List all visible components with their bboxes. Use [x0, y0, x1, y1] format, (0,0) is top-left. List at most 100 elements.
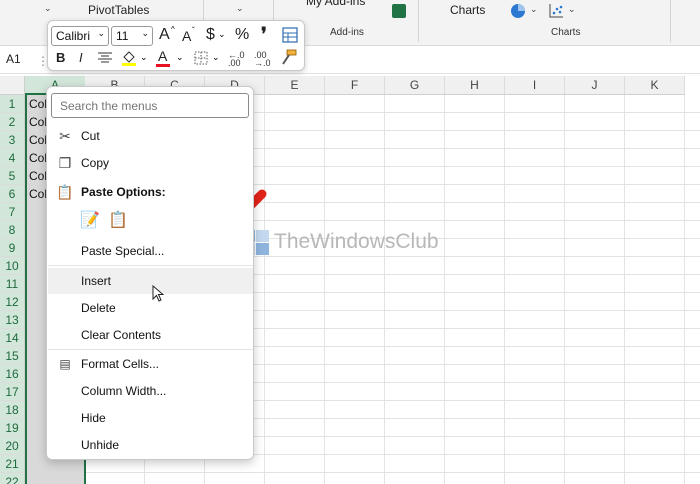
- row-header-20[interactable]: 20: [0, 437, 25, 455]
- comma-style-icon[interactable]: ❜: [261, 24, 267, 45]
- row-header-7[interactable]: 7: [0, 203, 25, 221]
- row-header-9[interactable]: 9: [0, 239, 25, 257]
- chevron-down-icon[interactable]: ⌄: [236, 3, 244, 14]
- menu-item-label: Column Width...: [81, 384, 167, 398]
- chevron-down-icon[interactable]: ⌄: [212, 52, 220, 63]
- row-header-15[interactable]: 15: [0, 347, 25, 365]
- grow-font-caret: ^: [171, 25, 175, 34]
- row-header-4[interactable]: 4: [0, 149, 25, 167]
- pivot-tables-button[interactable]: PivotTables: [88, 3, 149, 17]
- menu-separator: [48, 265, 253, 266]
- name-box[interactable]: A1: [6, 52, 21, 66]
- format-cells-icon: ▤: [59, 357, 71, 371]
- menu-item-label: Unhide: [81, 438, 120, 452]
- row-header-1[interactable]: 1: [0, 95, 25, 113]
- menu-item-paste-special[interactable]: Paste Special...: [48, 238, 253, 264]
- row-header-22[interactable]: 22: [0, 473, 25, 484]
- font-name-value: Calibri: [56, 29, 91, 43]
- my-addins-button[interactable]: My Add-ins: [306, 0, 365, 8]
- menu-item-hide[interactable]: Hide: [48, 405, 253, 431]
- menu-item-label: Copy: [81, 156, 110, 170]
- format-painter-icon[interactable]: [281, 49, 297, 65]
- shrink-font-caret: ˇ: [192, 26, 195, 35]
- row-header-13[interactable]: 13: [0, 311, 25, 329]
- chevron-down-icon[interactable]: ⌄: [140, 52, 148, 63]
- column-header-j[interactable]: J: [565, 76, 625, 95]
- store-icon[interactable]: [392, 4, 406, 18]
- select-all-corner[interactable]: [0, 76, 25, 95]
- scissors-icon: ✂: [59, 128, 71, 144]
- row-header-16[interactable]: 16: [0, 365, 25, 383]
- ribbon-separator: [670, 0, 671, 42]
- row-header-12[interactable]: 12: [0, 293, 25, 311]
- increase-decimal-icon[interactable]: .00 →.0: [254, 51, 271, 68]
- row-header-18[interactable]: 18: [0, 401, 25, 419]
- chevron-down-icon[interactable]: ⌄: [44, 3, 52, 14]
- align-center-icon[interactable]: [98, 52, 112, 64]
- font-color-icon[interactable]: A: [158, 48, 167, 64]
- row-header-3[interactable]: 3: [0, 131, 25, 149]
- menu-item-label: Hide: [81, 411, 106, 425]
- column-header-e[interactable]: E: [265, 76, 325, 95]
- column-header-h[interactable]: H: [445, 76, 505, 95]
- chevron-down-icon[interactable]: ⌄: [530, 4, 538, 15]
- borders-icon[interactable]: [194, 51, 208, 65]
- menu-item-label: Insert: [81, 274, 112, 288]
- search-menus-input[interactable]: Search the menus: [51, 93, 249, 118]
- paste-clipboard-icon[interactable]: 📋: [108, 211, 128, 231]
- bold-button[interactable]: B: [56, 50, 65, 65]
- menu-item-insert[interactable]: Insert: [48, 268, 253, 294]
- menu-separator: [48, 349, 253, 350]
- addins-group-label: Add-ins: [330, 27, 364, 38]
- menu-item-label: Paste Options:: [81, 185, 166, 199]
- row-header-2[interactable]: 2: [0, 113, 25, 131]
- chevron-down-icon[interactable]: ⌄: [218, 29, 226, 40]
- menu-item-label: Clear Contents: [81, 328, 162, 342]
- clipboard-icon: 📋: [56, 184, 74, 200]
- column-header-g[interactable]: G: [385, 76, 445, 95]
- italic-button[interactable]: I: [79, 50, 83, 65]
- copy-icon: ❐: [58, 155, 72, 171]
- decrease-decimal-icon[interactable]: ←.0.00: [228, 51, 245, 68]
- row-header-11[interactable]: 11: [0, 275, 25, 293]
- chevron-down-icon[interactable]: ⌄: [176, 52, 184, 63]
- menu-item-paste-options: 📋 Paste Options:: [48, 179, 253, 205]
- column-header-f[interactable]: F: [325, 76, 385, 95]
- menu-item-format-cells[interactable]: ▤ Format Cells...: [48, 351, 253, 377]
- scatter-chart-icon[interactable]: [548, 3, 564, 19]
- chevron-down-icon: ⌄: [141, 28, 149, 38]
- menu-item-unhide[interactable]: Unhide: [48, 432, 253, 458]
- menu-item-column-width[interactable]: Column Width...: [48, 378, 253, 404]
- pie-chart-icon[interactable]: [510, 3, 526, 19]
- row-header-14[interactable]: 14: [0, 329, 25, 347]
- menu-item-clear-contents[interactable]: Clear Contents: [48, 322, 253, 348]
- charts-button[interactable]: Charts: [450, 3, 485, 17]
- menu-item-label: Delete: [81, 301, 116, 315]
- menu-item-delete[interactable]: Delete: [48, 295, 253, 321]
- grow-font-icon[interactable]: A: [159, 26, 170, 44]
- row-header-10[interactable]: 10: [0, 257, 25, 275]
- menu-item-label: Format Cells...: [81, 357, 160, 371]
- menu-item-cut[interactable]: ✂ Cut: [48, 123, 253, 149]
- chevron-down-icon[interactable]: ⌄: [568, 4, 576, 15]
- menu-item-copy[interactable]: ❐ Copy: [48, 150, 253, 176]
- chevron-down-icon: ⌄: [97, 28, 105, 38]
- watermark-text: TheWindowsClub: [274, 230, 439, 253]
- row-header-5[interactable]: 5: [0, 167, 25, 185]
- format-table-icon[interactable]: [282, 27, 298, 43]
- row-header-17[interactable]: 17: [0, 383, 25, 401]
- paste-format-icon[interactable]: 📝: [80, 211, 100, 231]
- percent-format-icon[interactable]: %: [235, 26, 249, 44]
- row-header-6[interactable]: 6: [0, 185, 25, 203]
- font-size-value: 11: [116, 29, 129, 43]
- font-name-select[interactable]: Calibri ⌄: [51, 26, 109, 46]
- row-header-19[interactable]: 19: [0, 419, 25, 437]
- currency-format-icon[interactable]: $: [206, 26, 215, 44]
- column-header-i[interactable]: I: [505, 76, 565, 95]
- row-header-21[interactable]: 21: [0, 455, 25, 473]
- fill-color-icon[interactable]: [121, 49, 137, 67]
- shrink-font-icon[interactable]: A: [182, 28, 191, 44]
- row-header-8[interactable]: 8: [0, 221, 25, 239]
- font-size-select[interactable]: 11 ⌄: [111, 26, 153, 46]
- column-header-k[interactable]: K: [625, 76, 685, 95]
